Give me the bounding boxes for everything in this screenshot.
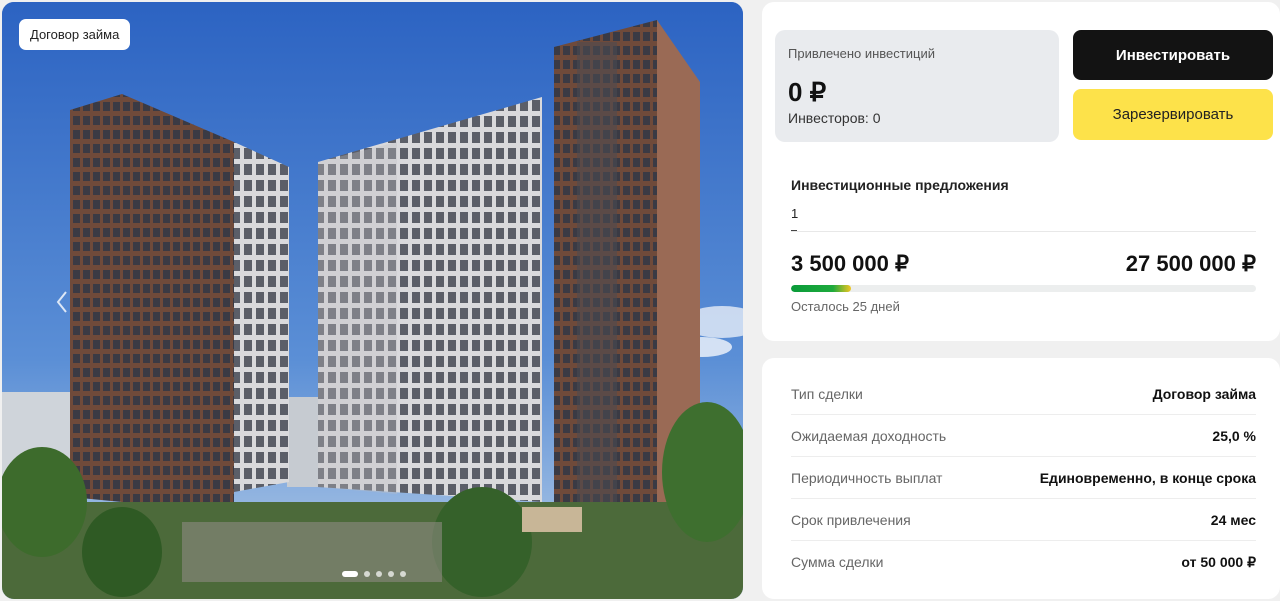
raised-label: Привлечено инвестиций <box>788 46 935 61</box>
carousel-dot[interactable] <box>388 571 394 577</box>
carousel-dot[interactable] <box>342 571 358 577</box>
carousel-dot[interactable] <box>376 571 382 577</box>
min-amount: 3 500 000 ₽ <box>791 251 909 276</box>
carousel-dot[interactable] <box>364 571 370 577</box>
count-underline <box>791 230 797 231</box>
raised-investments-box: Привлечено инвестиций 0 ₽ Инвесторов: 0 <box>775 30 1059 142</box>
detail-row: Сумма сделки от 50 000 ₽ <box>791 541 1256 583</box>
detail-key: Сумма сделки <box>791 554 884 570</box>
offers-count: 1 <box>791 206 799 221</box>
carousel-prev-arrow-icon[interactable] <box>50 286 74 318</box>
offers-title: Инвестиционные предложения <box>791 177 1009 193</box>
detail-value: 25,0 % <box>1212 427 1256 444</box>
detail-value: Единовременно, в конце срока <box>1039 469 1256 486</box>
detail-value: от 50 000 ₽ <box>1181 553 1256 570</box>
detail-row: Ожидаемая доходность 25,0 % <box>791 415 1256 457</box>
building-render-image <box>2 2 743 599</box>
carousel-dot[interactable] <box>400 571 406 577</box>
investors-count: Инвесторов: 0 <box>788 110 881 126</box>
detail-row: Срок привлечения 24 мес <box>791 499 1256 541</box>
detail-row: Периодичность выплат Единовременно, в ко… <box>791 457 1256 499</box>
detail-key: Периодичность выплат <box>791 469 943 486</box>
deal-details-panel: Тип сделки Договор займа Ожидаемая доход… <box>762 358 1280 599</box>
detail-value: Договор займа <box>1152 385 1256 402</box>
carousel-dots <box>342 571 406 577</box>
detail-row: Тип сделки Договор займа <box>791 373 1256 415</box>
deal-type-badge: Договор займа <box>19 19 131 50</box>
max-amount: 27 500 000 ₽ <box>1125 251 1256 276</box>
funding-progress-bar <box>791 285 1256 292</box>
funding-progress-fill <box>791 285 852 292</box>
divider <box>791 231 1256 232</box>
investment-summary-panel: Привлечено инвестиций 0 ₽ Инвесторов: 0 … <box>762 2 1280 341</box>
raised-amount: 0 ₽ <box>788 77 827 107</box>
reserve-button[interactable]: Зарезервировать <box>1073 89 1273 140</box>
invest-button[interactable]: Инвестировать <box>1073 30 1273 80</box>
remaining-days: Осталось 25 дней <box>791 299 900 314</box>
detail-value: 24 мес <box>1210 511 1256 528</box>
detail-key: Срок привлечения <box>791 511 911 528</box>
detail-key: Ожидаемая доходность <box>791 427 947 444</box>
detail-key: Тип сделки <box>791 385 863 402</box>
project-photo-carousel[interactable]: Договор займа <box>2 2 743 599</box>
